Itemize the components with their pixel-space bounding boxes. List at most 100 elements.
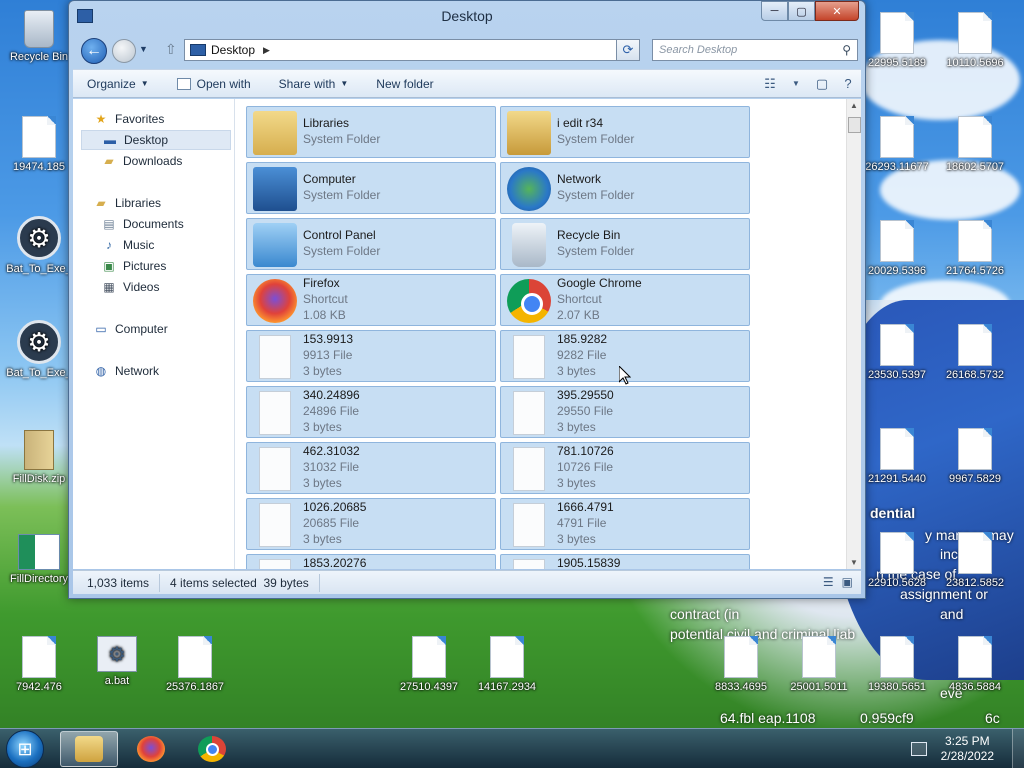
desktop-icon-file[interactable]: 9967.5829: [936, 428, 1014, 485]
large-icons-view-icon[interactable]: ▣: [842, 575, 853, 589]
desktop-icon-bat-to-exe[interactable]: ⚙ Bat_To_Exe_: [0, 216, 78, 275]
tile-file[interactable]: 1666.4791 4791 File 3 bytes: [500, 498, 750, 550]
open-with-button[interactable]: Open with: [163, 77, 265, 91]
preview-pane-icon[interactable]: ▢: [809, 76, 835, 92]
tile-file[interactable]: 1026.20685 20685 File 3 bytes: [246, 498, 496, 550]
new-folder-button[interactable]: New folder: [362, 77, 447, 91]
tile-network[interactable]: Network System Folder: [500, 162, 750, 214]
desktop-icon-file[interactable]: 19474.185: [0, 116, 78, 173]
tile-size: 3 bytes: [557, 420, 596, 434]
desktop-icon-file[interactable]: 21291.5440: [858, 428, 936, 485]
desktop-icon-file[interactable]: 21764.5726: [936, 220, 1014, 277]
desktop-icon-file[interactable]: 27510.4397: [390, 636, 468, 693]
desktop-icon-file[interactable]: 14167.2934: [468, 636, 546, 693]
desktop-icon-recycle-bin[interactable]: Recycle Bin: [0, 10, 78, 63]
search-input[interactable]: Search Desktop ⚲: [652, 39, 858, 61]
nav-computer[interactable]: ▭ Computer: [93, 319, 167, 339]
recent-pages-dropdown-icon[interactable]: ▼: [139, 44, 148, 54]
refresh-button[interactable]: ⟳: [616, 39, 640, 61]
start-button[interactable]: ⊞: [6, 730, 44, 768]
scroll-up-icon[interactable]: ▲: [850, 101, 858, 110]
chevron-right-icon[interactable]: ▶: [263, 45, 270, 56]
tile-file[interactable]: 395.29550 29550 File 3 bytes: [500, 386, 750, 438]
scroll-down-icon[interactable]: ▼: [850, 558, 858, 567]
scrollbar-thumb[interactable]: [848, 117, 861, 133]
address-bar[interactable]: Desktop ▶ ▼: [184, 39, 640, 61]
nav-libraries[interactable]: ▰ Libraries: [93, 193, 161, 213]
desktop-icon-file[interactable]: 23530.5397: [858, 324, 936, 381]
nav-documents[interactable]: ▤ Documents: [101, 214, 184, 234]
tile-google-chrome[interactable]: Google Chrome Shortcut 2.07 KB: [500, 274, 750, 326]
tile-file[interactable]: 781.10726 10726 File 3 bytes: [500, 442, 750, 494]
desktop-icon-file[interactable]: 25001.5011: [780, 636, 858, 693]
nav-desktop[interactable]: ▬ Desktop: [81, 130, 231, 150]
tile-control-panel[interactable]: Control Panel System Folder: [246, 218, 496, 270]
desktop-icon-filldirectory[interactable]: FillDirectory: [0, 534, 78, 585]
tile-file[interactable]: 1853.20276: [246, 554, 496, 569]
view-options-chevron-down-icon[interactable]: ▼: [783, 79, 809, 88]
taskbar-chrome[interactable]: [183, 731, 241, 767]
nav-label: Documents: [123, 217, 184, 231]
tile-file[interactable]: 153.9913 9913 File 3 bytes: [246, 330, 496, 382]
desktop-icon-file[interactable]: 20029.5396: [858, 220, 936, 277]
up-arrow-icon[interactable]: ⇧: [165, 41, 177, 58]
taskbar-firefox[interactable]: [122, 731, 180, 767]
desktop-icon-file[interactable]: 10110.5696: [936, 12, 1014, 69]
desktop-icon-filldisk-zip[interactable]: FillDisk.zip: [0, 430, 78, 485]
details-view-icon[interactable]: ☰: [823, 575, 834, 589]
minimize-button[interactable]: ─: [761, 1, 788, 21]
address-breadcrumb[interactable]: Desktop: [211, 43, 255, 57]
maximize-button[interactable]: ▢: [788, 1, 815, 21]
tile-file[interactable]: 1905.15839: [500, 554, 750, 569]
back-button[interactable]: ←: [81, 38, 107, 64]
search-icon[interactable]: ⚲: [842, 43, 851, 57]
nav-downloads[interactable]: ▰ Downloads: [101, 151, 182, 171]
tile-type: 9282 File: [557, 348, 607, 362]
tile-computer[interactable]: Computer System Folder: [246, 162, 496, 214]
organize-button[interactable]: Organize ▼: [73, 77, 163, 91]
desktop-icon-file[interactable]: 23812.5852: [936, 532, 1014, 589]
nav-network[interactable]: ◍ Network: [93, 361, 159, 381]
tile-file[interactable]: 462.31032 31032 File 3 bytes: [246, 442, 496, 494]
change-view-icon[interactable]: ☷: [757, 76, 783, 92]
tile-file[interactable]: 340.24896 24896 File 3 bytes: [246, 386, 496, 438]
desktop-icon-file[interactable]: 18602.5707: [936, 116, 1014, 173]
desktop-icon-bat-to-exe[interactable]: ⚙ Bat_To_Exe_: [0, 320, 78, 379]
taskbar-explorer[interactable]: [60, 731, 118, 767]
tile-name: 185.9282: [557, 332, 608, 346]
desktop-icon-file[interactable]: 4836.5884: [936, 636, 1014, 693]
nav-pictures[interactable]: ▣ Pictures: [101, 256, 166, 276]
desktop-icon-file[interactable]: 22910.5628: [858, 532, 936, 589]
desktop-icon-file[interactable]: 25376.1867: [156, 636, 234, 693]
share-with-button[interactable]: Share with ▼: [265, 77, 363, 91]
tile-type: 4791 File: [557, 516, 607, 530]
title-bar[interactable]: Desktop ─ ▢ ✕: [69, 1, 865, 33]
vertical-scrollbar[interactable]: ▲ ▼: [846, 99, 861, 569]
tile-libraries[interactable]: Libraries System Folder: [246, 106, 496, 158]
desktop-icon-file[interactable]: 7942.476: [0, 636, 78, 693]
tile-user-folder[interactable]: i edit r34 System Folder: [500, 106, 750, 158]
desktop-icon-file[interactable]: 22995.5189: [858, 12, 936, 69]
close-button[interactable]: ✕: [815, 1, 859, 21]
desktop-icon-label: Bat_To_Exe_: [6, 263, 72, 275]
help-icon[interactable]: ?: [835, 76, 861, 91]
desktop-icon-file[interactable]: 26168.5732: [936, 324, 1014, 381]
tile-recycle-bin[interactable]: Recycle Bin System Folder: [500, 218, 750, 270]
show-desktop-button[interactable]: [1012, 729, 1024, 768]
desktop-icon-label: 22995.5189: [867, 57, 927, 69]
file-icon: [880, 116, 914, 158]
network-status-icon[interactable]: [910, 742, 927, 756]
tile-firefox[interactable]: Firefox Shortcut 1.08 KB: [246, 274, 496, 326]
file-icon: [22, 636, 56, 678]
explorer-window[interactable]: Desktop ─ ▢ ✕ ← ▼ ⇧ Desktop ▶ ▼ ⟳ Search…: [68, 0, 866, 599]
nav-favorites[interactable]: ★ Favorites: [93, 109, 165, 129]
nav-videos[interactable]: ▦ Videos: [101, 277, 159, 297]
clock[interactable]: 3:25 PM 2/28/2022: [941, 734, 994, 764]
desktop-icon-a-bat[interactable]: ⚙ a.bat: [78, 636, 156, 687]
desktop-icon-file[interactable]: 19380.5651: [858, 636, 936, 693]
nav-music[interactable]: ♪ Music: [101, 235, 154, 255]
desktop-icon-file[interactable]: 8833.4695: [702, 636, 780, 693]
desktop-icon-file[interactable]: 26293.11677: [858, 116, 936, 173]
forward-button[interactable]: [112, 39, 136, 63]
desktop-icon-label: a.bat: [104, 675, 130, 687]
